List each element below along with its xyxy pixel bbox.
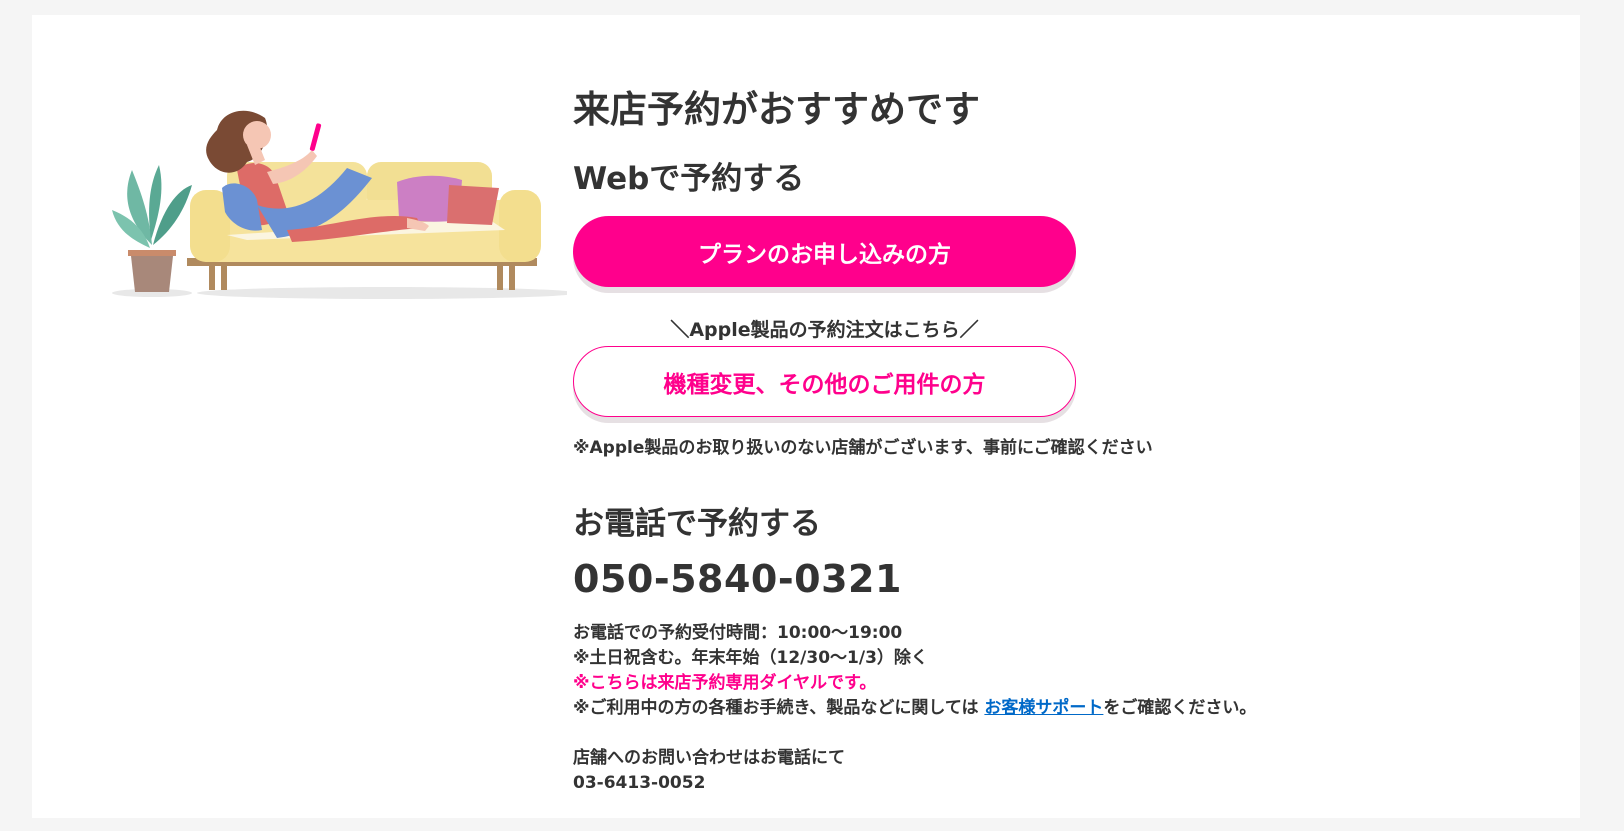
plan-application-button[interactable]: プランのお申し込みの方 — [573, 216, 1076, 287]
dedicated-line-notice: ※こちらは来店予約専用ダイヤルです。 — [573, 673, 877, 693]
reservation-card: 来店予約がおすすめです Webで予約する プランのお申し込みの方 ＼Apple製… — [32, 15, 1580, 818]
apple-availability-note: ※Apple製品のお取り扱いのない店舗がございます、事前にご確認ください — [573, 438, 1153, 458]
device-change-button[interactable]: 機種変更、その他のご用件の方 — [573, 346, 1076, 417]
store-inquiry-label: 店舗へのお問い合わせはお電話にて — [573, 748, 845, 768]
page-title: 来店予約がおすすめです — [573, 88, 980, 131]
holiday-note: ※土日祝含む。年末年始（12/30〜1/3）除く — [573, 648, 928, 668]
support-note-prefix: ※ご利用中の方の各種お手続き、製品などに関しては — [573, 698, 985, 718]
support-note: ※ご利用中の方の各種お手続き、製品などに関しては お客様サポートをご確認ください… — [573, 696, 1256, 721]
apple-order-caption: ＼Apple製品の予約注文はこちら／ — [670, 319, 979, 341]
store-inquiry-block: 店舗へのお問い合わせはお電話にて 03-6413-0052 — [573, 746, 845, 796]
store-phone-number[interactable]: 03-6413-0052 — [573, 771, 845, 796]
phone-info-block: お電話での予約受付時間：10:00〜19:00 ※土日祝含む。年末年始（12/3… — [573, 621, 1256, 721]
reservation-hours: お電話での予約受付時間：10:00〜19:00 — [573, 623, 903, 643]
web-reservation-heading: Webで予約する — [573, 161, 805, 197]
woman-on-sofa-illustration — [112, 110, 567, 299]
reservation-phone-number[interactable]: 050-5840-0321 — [573, 557, 902, 601]
support-note-suffix: をご確認ください。 — [1103, 698, 1257, 718]
phone-reservation-heading: お電話で予約する — [573, 506, 821, 542]
customer-support-link[interactable]: お客様サポート — [984, 698, 1103, 718]
